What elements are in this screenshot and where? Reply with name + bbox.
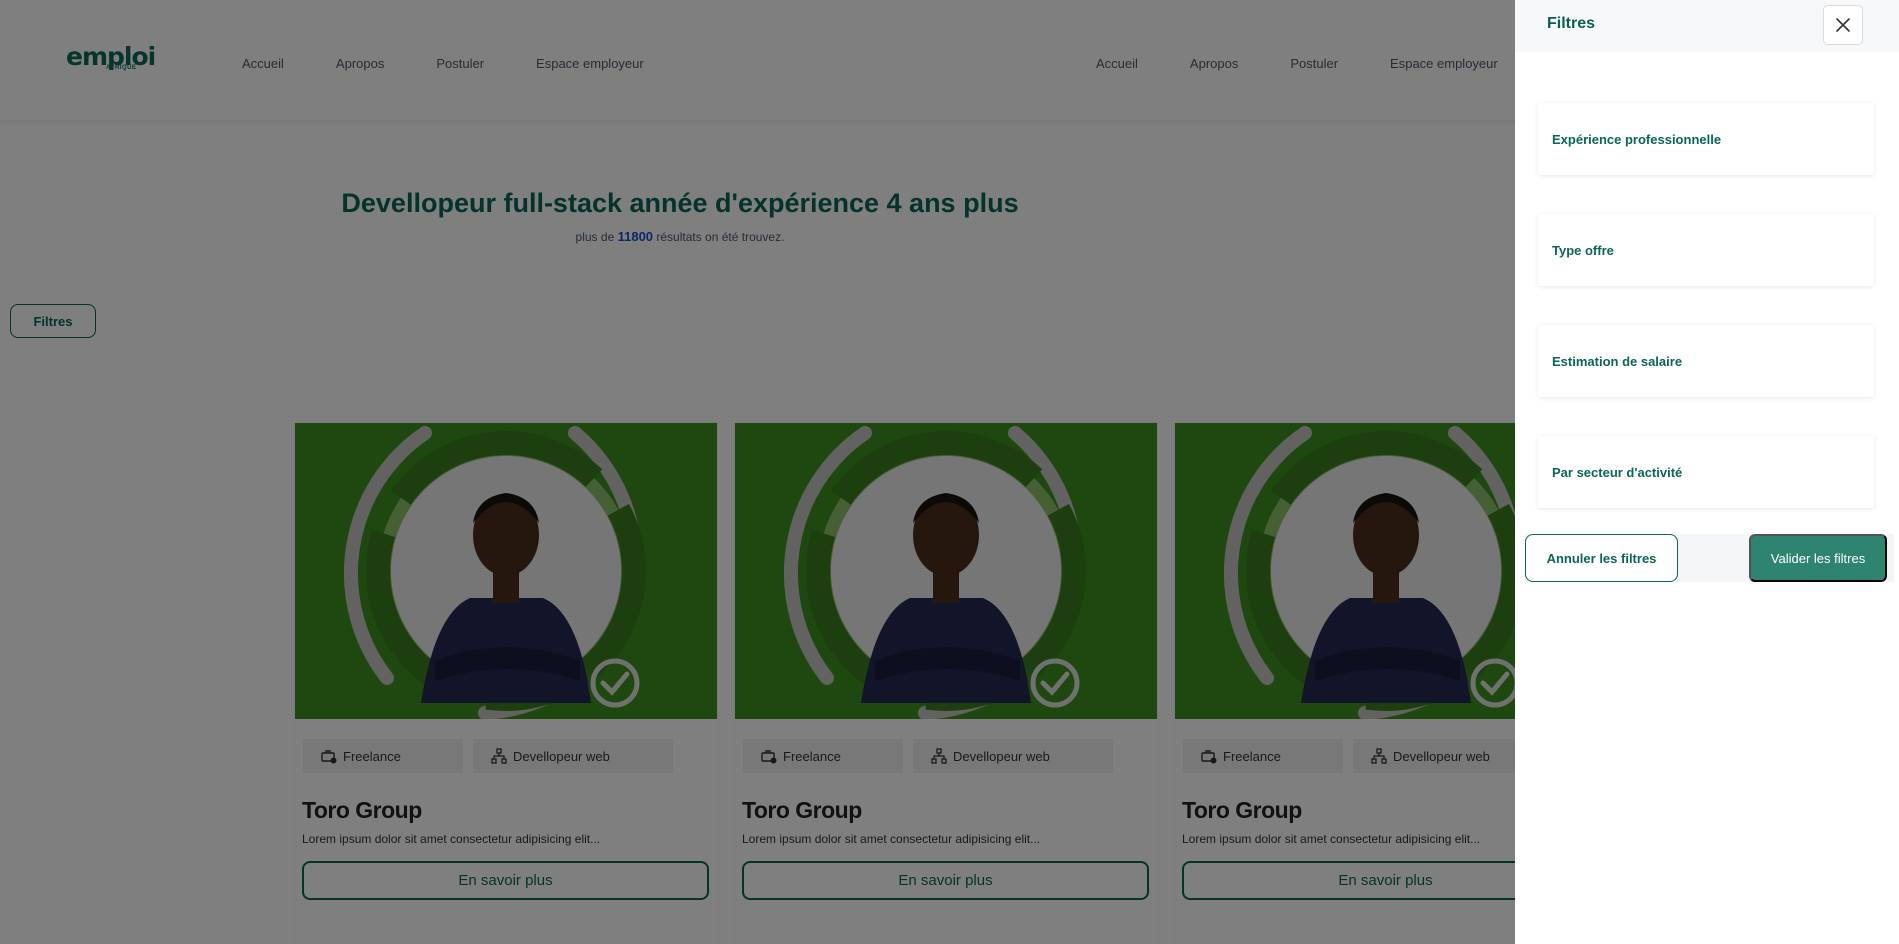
filter-section-experience[interactable]: Expérience professionnelle xyxy=(1538,103,1874,175)
close-drawer-button[interactable] xyxy=(1823,5,1863,45)
drawer-title: Filtres xyxy=(1547,15,1596,32)
drawer-header: Filtres xyxy=(1515,0,1899,52)
modal-backdrop[interactable] xyxy=(0,0,1515,944)
filter-section-sector[interactable]: Par secteur d'activité xyxy=(1538,436,1874,508)
filter-section-offer-type[interactable]: Type offre xyxy=(1538,214,1874,286)
filter-section-salary[interactable]: Estimation de salaire xyxy=(1538,325,1874,397)
filters-drawer: Filtres Expérience professionnelle Type … xyxy=(1515,0,1899,944)
close-icon xyxy=(1836,18,1850,32)
apply-filters-button[interactable]: Valider les filtres xyxy=(1749,534,1887,582)
cancel-filters-button[interactable]: Annuler les filtres xyxy=(1525,534,1678,582)
